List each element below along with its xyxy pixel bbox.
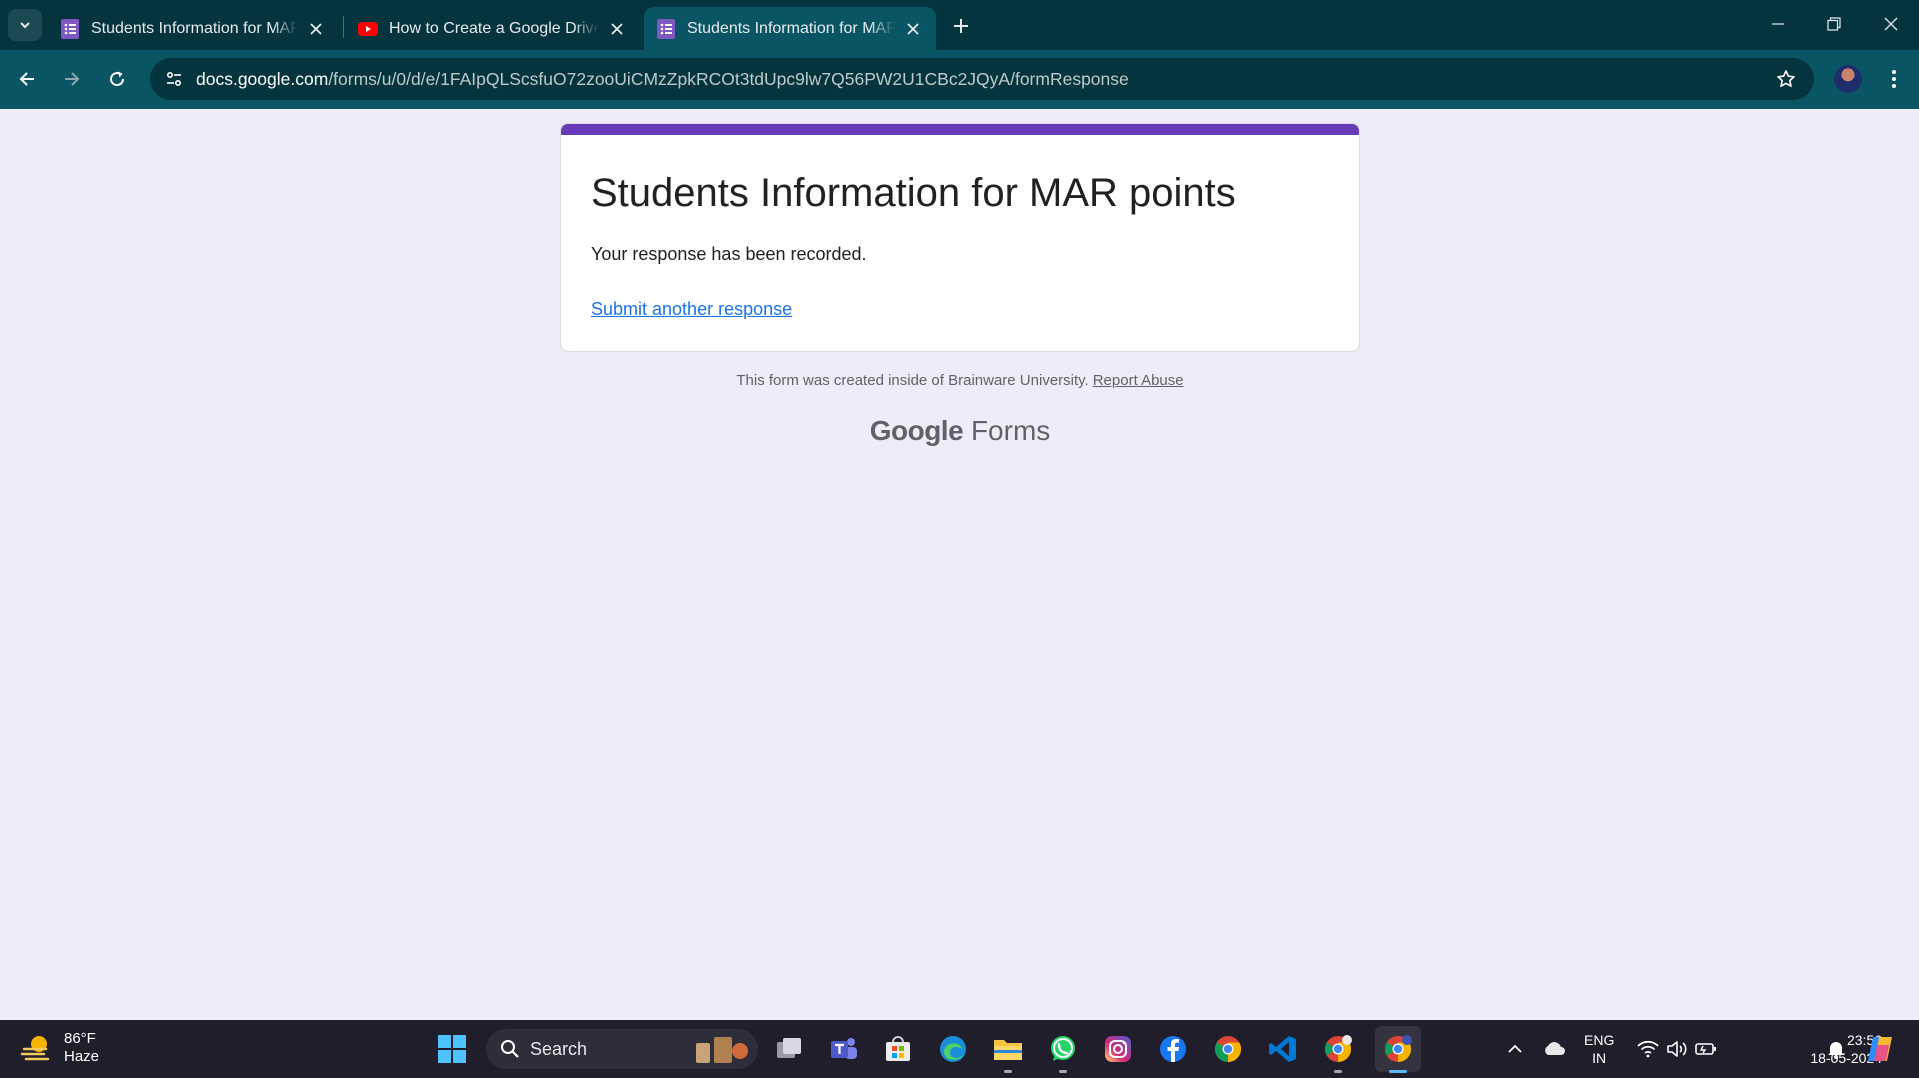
youtube-icon xyxy=(358,19,378,39)
form-footer-note: This form was created inside of Brainwar… xyxy=(560,372,1360,389)
close-window-button[interactable] xyxy=(1863,0,1919,48)
browser-toolbar: docs.google.com/forms/u/0/d/e/1FAIpQLScs… xyxy=(0,50,1919,109)
plus-icon xyxy=(954,19,968,33)
google-forms-icon xyxy=(656,18,676,39)
search-highlight-icon xyxy=(696,1037,748,1063)
windows-start-icon[interactable] xyxy=(434,1031,470,1067)
search-icon xyxy=(501,1040,519,1058)
microsoft-store-icon[interactable] xyxy=(880,1031,916,1067)
form-title: Students Information for MAR points xyxy=(591,171,1236,215)
submit-another-link[interactable]: Submit another response xyxy=(591,299,792,320)
weather-condition: Haze xyxy=(64,1048,100,1065)
tab-forms-active[interactable]: Students Information for MAR points xyxy=(644,7,936,50)
tab-strip: Students Information for MAR points How … xyxy=(0,0,1919,50)
weather-widget[interactable]: 86°F Haze xyxy=(20,1030,99,1066)
url-host: docs.google.com xyxy=(196,69,329,89)
minimize-button[interactable] xyxy=(1750,0,1806,48)
chrome-icon[interactable] xyxy=(1210,1031,1246,1067)
tab-separator xyxy=(343,16,344,38)
address-bar[interactable]: docs.google.com/forms/u/0/d/e/1FAIpQLScs… xyxy=(150,58,1814,100)
new-tab-button[interactable] xyxy=(944,12,978,40)
running-indicator xyxy=(1059,1070,1067,1073)
task-view-icon[interactable] xyxy=(771,1031,807,1067)
running-indicator xyxy=(1004,1070,1012,1073)
reload-button[interactable] xyxy=(99,61,135,97)
onedrive-cloud-icon[interactable] xyxy=(1538,1020,1570,1078)
back-button[interactable] xyxy=(9,61,45,97)
language-indicator[interactable]: ENG IN xyxy=(1584,1031,1614,1067)
volume-icon[interactable] xyxy=(1663,1020,1691,1078)
restore-icon xyxy=(1827,17,1841,31)
forward-button[interactable] xyxy=(54,61,90,97)
close-tab-icon[interactable] xyxy=(306,19,326,39)
google-forms-icon xyxy=(60,18,80,39)
wifi-icon[interactable] xyxy=(1634,1020,1662,1078)
minimize-icon xyxy=(1772,23,1784,25)
confirmation-message: Your response has been recorded. xyxy=(591,244,867,264)
profile-avatar[interactable] xyxy=(1834,65,1862,93)
url-text[interactable]: docs.google.com/forms/u/0/d/e/1FAIpQLScs… xyxy=(196,69,1129,90)
copilot-icon[interactable] xyxy=(1862,1020,1898,1078)
arrow-right-icon xyxy=(65,72,80,86)
tab-title: How to Create a Google Drive Link xyxy=(389,19,599,37)
google-forms-logo[interactable]: Google Forms xyxy=(560,415,1360,447)
vscode-icon[interactable] xyxy=(1265,1031,1301,1067)
tab-forms-1[interactable]: Students Information for MAR points xyxy=(48,7,338,50)
instagram-icon[interactable] xyxy=(1100,1031,1136,1067)
chrome-active-icon[interactable] xyxy=(1375,1026,1421,1072)
weather-temperature: 86°F xyxy=(64,1030,96,1047)
notification-bell-icon[interactable] xyxy=(1822,1020,1850,1078)
tab-search-button[interactable] xyxy=(8,9,42,41)
taskbar-search-box[interactable]: Search xyxy=(486,1029,758,1069)
battery-icon[interactable] xyxy=(1692,1020,1720,1078)
more-menu-icon[interactable] xyxy=(1880,65,1908,93)
bookmark-star-icon[interactable] xyxy=(1772,65,1800,93)
confirmation-card: Students Information for MAR points Your… xyxy=(560,123,1360,352)
haze-sun-icon xyxy=(20,1036,50,1061)
whatsapp-icon[interactable] xyxy=(1045,1031,1081,1067)
tab-title: Students Information for MAR points xyxy=(687,19,895,37)
language-primary: ENG xyxy=(1584,1032,1615,1048)
tab-title: Students Information for MAR points xyxy=(91,19,299,37)
active-indicator xyxy=(1389,1070,1407,1073)
close-tab-icon[interactable] xyxy=(607,19,627,39)
close-icon xyxy=(1884,17,1898,31)
search-label: Search xyxy=(530,1038,588,1059)
show-hidden-icons-chevron-icon[interactable] xyxy=(1500,1020,1530,1078)
tab-youtube[interactable]: How to Create a Google Drive Link xyxy=(346,7,642,50)
facebook-icon[interactable] xyxy=(1155,1031,1191,1067)
theme-accent-bar xyxy=(561,124,1359,135)
created-inside-text: This form was created inside of Brainwar… xyxy=(736,372,1089,389)
chrome-profile-icon[interactable] xyxy=(1320,1031,1356,1067)
reload-icon xyxy=(110,71,125,87)
running-indicator xyxy=(1334,1070,1342,1073)
file-explorer-icon[interactable] xyxy=(990,1031,1026,1067)
edge-icon[interactable] xyxy=(935,1031,971,1067)
report-abuse-link[interactable]: Report Abuse xyxy=(1093,372,1184,389)
url-path: /forms/u/0/d/e/1FAIpQLScsfuO72zooUiCMzZp… xyxy=(328,69,1129,89)
close-tab-icon[interactable] xyxy=(903,19,923,39)
brand-forms: Forms xyxy=(970,415,1051,446)
restore-button[interactable] xyxy=(1806,0,1862,48)
site-settings-icon[interactable] xyxy=(160,65,188,93)
windows-taskbar: 86°F Haze Search ENG IN 23:56 18-05-2024 xyxy=(0,1020,1919,1078)
language-secondary: IN xyxy=(1592,1050,1607,1066)
brand-google: Google xyxy=(869,415,964,446)
arrow-left-icon xyxy=(19,72,34,86)
chevron-down-icon xyxy=(20,22,30,29)
teams-icon[interactable] xyxy=(826,1031,862,1067)
